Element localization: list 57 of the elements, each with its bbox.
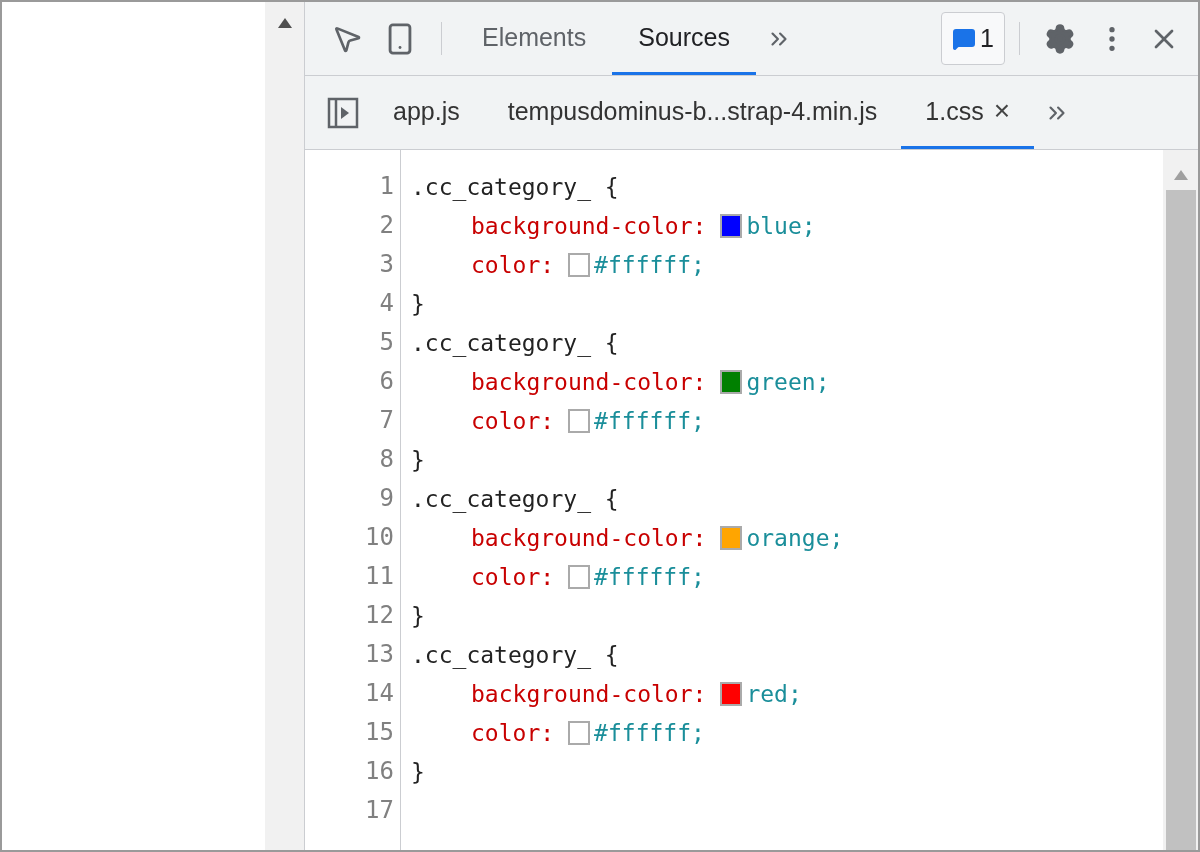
color-swatch[interactable] bbox=[568, 720, 591, 745]
property-value: #ffffff; bbox=[594, 251, 705, 278]
code-text: } bbox=[411, 758, 425, 785]
line-number: 13 bbox=[364, 639, 395, 670]
panel-tab[interactable]: Elements bbox=[456, 2, 613, 75]
message-icon bbox=[952, 26, 977, 51]
code-text: .cc_category_ { bbox=[411, 641, 619, 668]
scroll-up-icon[interactable] bbox=[277, 18, 292, 28]
close-tab-icon[interactable]: × bbox=[993, 95, 1011, 127]
color-swatch[interactable] bbox=[720, 213, 743, 238]
code-text: } bbox=[411, 290, 425, 317]
property-name: background-color: bbox=[471, 524, 707, 551]
property-value: #ffffff; bbox=[594, 719, 705, 746]
property-value: green; bbox=[746, 368, 830, 395]
line-number: 7 bbox=[378, 405, 395, 436]
line-number: 16 bbox=[364, 756, 395, 787]
line-number: 17 bbox=[364, 795, 395, 826]
property-name: color: bbox=[471, 407, 555, 434]
scrollbar-thumb[interactable] bbox=[1165, 190, 1196, 850]
line-number: 8 bbox=[378, 444, 395, 475]
property-value: red; bbox=[746, 680, 802, 707]
line-number: 10 bbox=[364, 522, 395, 553]
file-tab[interactable]: app.js bbox=[369, 76, 484, 149]
color-swatch[interactable] bbox=[720, 681, 743, 706]
line-number: 6 bbox=[378, 366, 395, 397]
color-swatch[interactable] bbox=[568, 252, 591, 277]
line-number: 5 bbox=[378, 327, 395, 358]
property-value: #ffffff; bbox=[594, 407, 705, 434]
file-tab[interactable]: tempusdominus-b...strap-4.min.js bbox=[483, 76, 902, 149]
line-number: 14 bbox=[364, 678, 395, 709]
code-text: } bbox=[411, 602, 425, 629]
code-text: .cc_category_ { bbox=[411, 485, 619, 512]
property-name: background-color: bbox=[471, 680, 707, 707]
line-number: 1 bbox=[378, 171, 395, 202]
property-value: blue; bbox=[746, 212, 816, 239]
property-name: color: bbox=[471, 563, 555, 590]
property-name: color: bbox=[471, 719, 555, 746]
line-number: 4 bbox=[378, 288, 395, 319]
property-name: background-color: bbox=[471, 368, 707, 395]
line-number: 2 bbox=[378, 210, 395, 241]
property-value: #ffffff; bbox=[594, 563, 705, 590]
property-value: orange; bbox=[746, 524, 844, 551]
color-swatch[interactable] bbox=[720, 525, 743, 550]
line-number: 11 bbox=[364, 561, 395, 592]
property-name: background-color: bbox=[471, 212, 707, 239]
line-number: 15 bbox=[364, 717, 395, 748]
color-swatch[interactable] bbox=[568, 564, 591, 589]
code-text: .cc_category_ { bbox=[411, 173, 619, 200]
line-number: 12 bbox=[364, 600, 395, 631]
color-swatch[interactable] bbox=[568, 408, 591, 433]
color-swatch[interactable] bbox=[720, 369, 743, 394]
line-number: 3 bbox=[378, 249, 395, 280]
code-text: } bbox=[411, 446, 425, 473]
code-text: .cc_category_ { bbox=[411, 329, 619, 356]
property-name: color: bbox=[471, 251, 555, 278]
line-number: 9 bbox=[378, 483, 395, 514]
issues-button[interactable]: 1 bbox=[941, 12, 1005, 65]
